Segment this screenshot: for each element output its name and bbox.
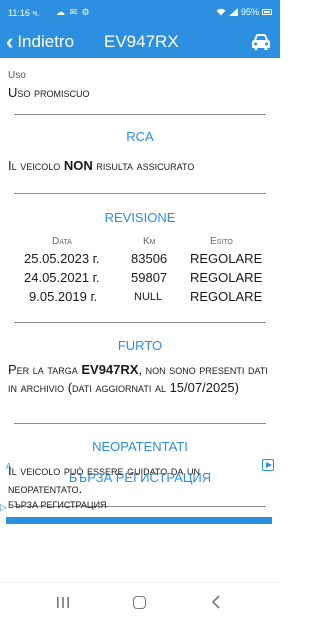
rev-header-data: Data <box>52 236 72 247</box>
divider <box>14 322 266 323</box>
revisione-title: REVISIONE <box>104 210 176 225</box>
rca-text-suffix: risulta assicurato <box>92 158 195 173</box>
back-label: Indietro <box>17 32 75 51</box>
rev-header-esito: Esito <box>210 236 233 247</box>
rev-date: 9.05.2019 г. <box>29 289 98 304</box>
ad-subtitle[interactable]: БЪРЗА РЕГИСТРАЦИЯ <box>8 500 107 510</box>
ad-bar[interactable] <box>6 517 272 524</box>
divider <box>14 193 266 194</box>
status-bar: 11:16 ч. ☁ ✉ ⚙ 95% <box>0 0 280 26</box>
notification-icons: ☁ ✉ ⚙ <box>56 7 91 17</box>
divider <box>14 114 266 115</box>
rca-title: RCA <box>126 129 154 144</box>
ad-title[interactable]: БЪРЗА РЕГИСТРАЦИЯ <box>0 470 280 485</box>
chevron-left-icon: ‹ <box>6 29 14 54</box>
home-icon[interactable] <box>133 596 146 609</box>
neopatentati-title: NEOPATENTATI <box>92 439 188 454</box>
rca-status: NON <box>63 158 93 173</box>
rev-esito: REGOLARE <box>190 251 263 266</box>
app-bar: ‹ Indietro EV947RX <box>0 26 280 58</box>
rca-text-prefix: Il veicolo <box>8 158 64 173</box>
rev-esito: REGOLARE <box>190 270 263 285</box>
back-button[interactable]: ‹ Indietro <box>6 30 74 54</box>
battery-icon <box>262 9 272 15</box>
wifi-icon <box>216 8 226 16</box>
furto-text-prefix: Per la targa <box>8 362 82 377</box>
status-right: 95% <box>216 7 272 17</box>
page-title: EV947RX <box>104 32 179 51</box>
rev-header-km: Km <box>143 236 156 247</box>
rev-esito: REGOLARE <box>190 289 263 304</box>
furto-plate: EV947RX <box>81 362 139 377</box>
rca-text: Il veicolo NON risulta assicurato <box>8 157 274 175</box>
status-time: 11:16 ч. <box>8 8 40 18</box>
furto-title: FURTO <box>117 338 163 353</box>
rev-date: 24.05.2021 г. <box>24 270 100 285</box>
uso-label: Uso <box>8 70 26 81</box>
rev-km: NULL <box>134 291 163 303</box>
back-icon[interactable] <box>210 594 222 610</box>
rev-date: 25.05.2023 г. <box>24 251 100 266</box>
signal-icon <box>228 8 238 16</box>
ad-arrow-icon: ▷ <box>0 502 7 512</box>
recent-apps-icon[interactable] <box>56 596 70 609</box>
car-icon[interactable] <box>250 32 272 52</box>
furto-text: Per la targa EV947RX, non sono presenti … <box>8 361 274 397</box>
rev-km: 59807 <box>131 270 168 285</box>
divider <box>14 423 266 424</box>
battery-percent: 95% <box>240 7 259 17</box>
rev-km: 83506 <box>131 251 168 266</box>
system-nav-bar <box>0 582 280 622</box>
uso-value: Uso promiscuo <box>8 85 90 100</box>
